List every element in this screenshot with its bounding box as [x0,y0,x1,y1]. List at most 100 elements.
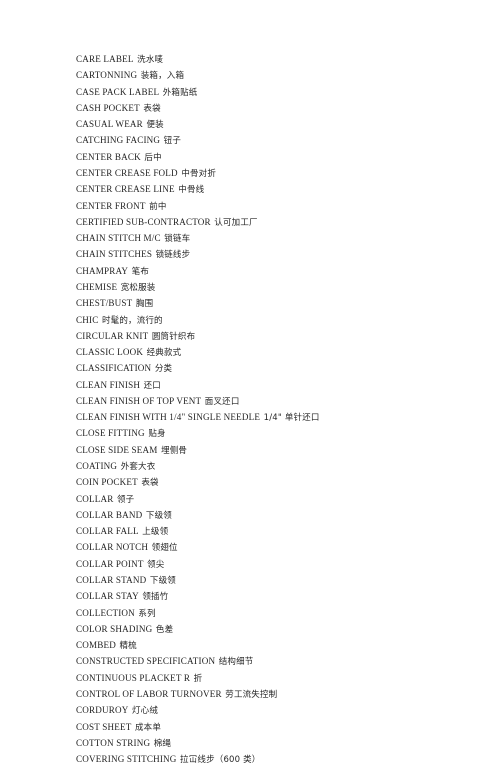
glossary-term: COTTON STRING [76,737,151,748]
glossary-entry: COLLAR STAND 下级领 [76,573,486,589]
glossary-gloss: 表袋 [143,103,161,114]
glossary-term: CASUAL WEAR [76,119,143,130]
glossary-gloss: 锁链线步 [155,250,191,261]
glossary-entry: COLLAR STAY 领插竹 [76,589,486,605]
glossary-gloss: 分类 [154,364,173,375]
glossary-gloss: 折 [193,673,203,684]
glossary-gloss: 面叉还口 [204,396,240,407]
glossary-entry: COMBED 精梳 [76,638,486,654]
glossary-term: COLLAR NOTCH [76,542,149,553]
glossary-gloss: 圆筒针织布 [151,331,196,342]
glossary-gloss: 锁链车 [164,234,191,245]
glossary-gloss: 领尖 [147,559,165,570]
glossary-gloss: 表袋 [141,478,159,489]
document-page: CARE LABEL 洗水唛 CARTONNING 装箱，入箱 CASE PACK LA… [0,0,500,765]
glossary-entry: CENTER BACK 后中 [76,150,486,166]
glossary-term: CENTER BACK [76,151,141,162]
glossary-entry: CENTER CREASE FOLD 中骨对折 [76,166,486,182]
glossary-gloss: 棉绳 [153,738,172,749]
glossary-gloss: 领翅位 [151,543,178,554]
glossary-entry: CERTIFIED SUB-CONTRACTOR 认可加工厂 [76,215,486,231]
glossary-entry: CIRCULAR KNIT 圆筒针织布 [76,329,486,345]
glossary-term: CLEAN FINISH OF TOP VENT [76,395,202,406]
glossary-term: COST SHEET [76,721,132,732]
glossary-gloss: 色差 [155,624,174,635]
glossary-entry: COLLAR POINT 领尖 [76,557,486,573]
glossary-term: COLLECTION [76,607,135,618]
glossary-gloss: 胸围 [135,299,154,310]
glossary-entry: COLLAR NOTCH 领翅位 [76,540,486,556]
glossary-gloss: 1/4" 单针还口 [263,413,320,424]
glossary-term: COLLAR STAND [76,575,147,585]
glossary-entry: COST SHEET 成本单 [76,720,486,736]
glossary-gloss: 灯心绒 [132,706,159,717]
glossary-term: CENTER CREASE FOLD [76,167,178,178]
glossary-gloss: 便装 [146,120,164,131]
glossary-entry: COIN POCKET 表袋 [76,475,486,491]
glossary-entry: CENTER CREASE LINE 中骨线 [76,182,486,198]
glossary-gloss: 中骨对折 [181,168,217,179]
glossary-gloss: 劳工流失控制 [225,689,278,700]
glossary-entry: CLEAN FINISH WITH 1/4" SINGLE NEEDLE 1/4"… [76,410,486,426]
glossary-entry: CARE LABEL 洗水唛 [76,52,486,68]
glossary-entry: CHAMPRAY 笔布 [76,264,486,280]
glossary-term: COLOR SHADING [76,623,153,634]
glossary-entry: COLLAR BAND 下级领 [76,508,486,524]
glossary-entry: CLASSIC LOOK 经典款式 [76,345,486,361]
glossary-gloss: 前中 [149,201,167,212]
glossary-entry: CONTROL OF LABOR TURNOVER 劳工流失控制 [76,687,486,703]
glossary-gloss: 下级领 [149,576,176,586]
glossary-term: CERTIFIED SUB-CONTRACTOR [76,216,211,227]
glossary-gloss: 领插竹 [142,592,169,603]
glossary-term: CHIC [76,314,99,325]
glossary-entry: CLEAN FINISH 还口 [76,378,486,394]
glossary-entry: CONSTRUCTED SPECIFICATION 结构细节 [76,654,486,670]
glossary-term: CLOSE SIDE SEAM [76,444,158,455]
glossary-entry: CLOSE SIDE SEAM 埋侧骨 [76,443,486,459]
glossary-entry: CLEAN FINISH OF TOP VENT 面叉还口 [76,394,486,410]
glossary-gloss: 经典款式 [146,348,182,359]
glossary-gloss: 外箱贴纸 [162,87,198,98]
glossary-term: COIN POCKET [76,477,138,488]
glossary-term: CLEAN FINISH WITH 1/4" SINGLE NEEDLE [76,412,261,423]
glossary-gloss: 拉冚线步（600 类） [180,755,261,766]
glossary-gloss: 钮子 [163,136,182,147]
glossary-entry: CLASSIFICATION 分类 [76,361,486,377]
glossary-entry: CHIC 时髦的，流行的 [76,313,486,329]
glossary-entry: COTTON STRING 棉绳 [76,736,486,752]
glossary-term: CARE LABEL [76,54,134,64]
glossary-term: COMBED [76,640,116,651]
glossary-gloss: 埋侧骨 [161,445,188,456]
glossary-entry: CHEMISE 宽松服装 [76,280,486,296]
glossary-entry: CENTER FRONT 前中 [76,199,486,215]
glossary-term: CLASSIC LOOK [76,347,144,358]
glossary-term: COATING [76,461,118,472]
glossary-gloss: 精梳 [119,641,137,652]
glossary-gloss: 笔布 [131,266,150,277]
glossary-term: CLASSIFICATION [76,363,152,374]
glossary-gloss: 成本单 [134,722,162,733]
glossary-term: CHAMPRAY [76,265,129,276]
glossary-gloss: 系列 [138,608,156,619]
glossary-entry: CORDUROY 灯心绒 [76,703,486,719]
glossary-entry: CHEST/BUST 胸围 [76,296,486,312]
glossary-term: COLLAR POINT [76,558,144,569]
glossary-term: COLLAR STAY [76,591,139,602]
glossary-gloss: 外套大衣 [120,462,156,473]
glossary-gloss: 上级领 [142,527,169,538]
glossary-gloss: 洗水唛 [137,55,164,65]
glossary-term: COLLAR [76,493,114,504]
glossary-entry: CASE PACK LABEL 外箱贴纸 [76,85,486,101]
glossary-entry: COLOR SHADING 色差 [76,622,486,638]
glossary-gloss: 领子 [116,494,135,505]
glossary-term: CARTONNING [76,70,138,81]
glossary-term: CHEST/BUST [76,298,133,309]
glossary-term: CLOSE FITTING [76,428,145,439]
glossary-gloss: 中骨线 [178,185,205,196]
glossary-term: CIRCULAR KNIT [76,330,149,341]
glossary-term: CONTROL OF LABOR TURNOVER [76,688,222,699]
glossary-entry: CONTINUOUS PLACKET R折 [76,671,486,687]
glossary-entry: CLOSE FITTING 贴身 [76,426,486,442]
glossary-term: CHAIN STITCHES [76,249,153,260]
glossary-term: CASE PACK LABEL [76,86,160,97]
